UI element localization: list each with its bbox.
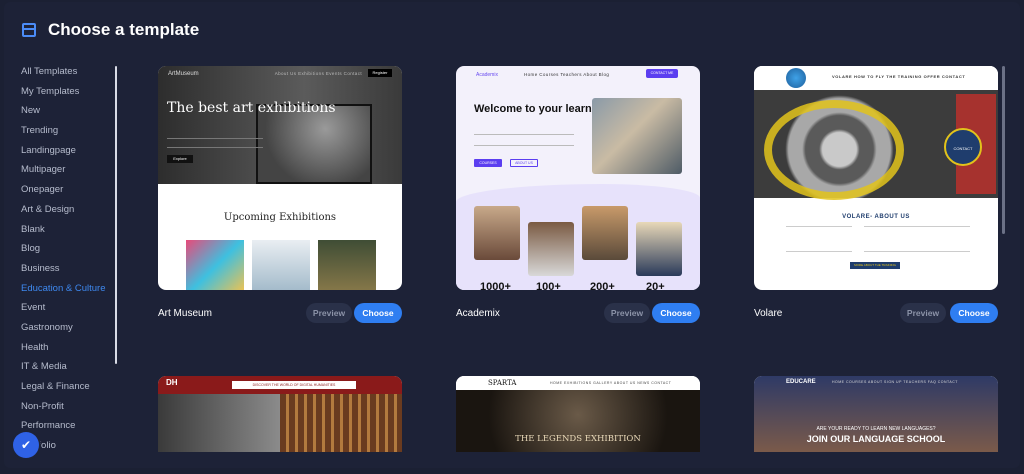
section-title: VOLARE- ABOUT US <box>842 214 910 220</box>
text-column <box>930 226 970 252</box>
site-header: SPARTA HOME EXHIBITIONS GALLERY ABOUT US… <box>456 376 700 390</box>
hero-subtitle: ARE YOUR READY TO LEARN NEW LANGUAGES? <box>816 426 936 432</box>
preview-button[interactable]: Preview <box>306 303 352 323</box>
preview-scrollbar[interactable] <box>1002 66 1005 234</box>
choose-button[interactable]: Choose <box>950 303 998 323</box>
template-thumbnail[interactable]: EDUCARE HOME COURSES ABOUT SIGN UP TEACH… <box>754 376 998 452</box>
preview-button[interactable]: Preview <box>900 303 946 323</box>
site-nav: HOME COURSES ABOUT SIGN UP TEACHERS FAQ … <box>832 380 958 384</box>
template-thumbnail[interactable]: VOLARE HOW TO FLY THE TRAINING OFFER CON… <box>754 66 998 290</box>
site-logo: ArtMuseum <box>168 71 199 77</box>
template-thumbnail[interactable]: ArtMuseum About Us Exhibitions Events Co… <box>158 66 402 290</box>
hero-headline: The best art exhibitions <box>167 100 336 116</box>
about-button: ABOUT US <box>510 159 538 167</box>
stat-value: 1000+ <box>480 281 511 290</box>
shield-check-icon[interactable]: ✔ <box>13 432 39 458</box>
site-logo: DH <box>166 378 178 387</box>
hero-section: ArtMuseum About Us Exhibitions Events Co… <box>158 66 402 184</box>
text-column <box>786 226 852 252</box>
nav-button: Register <box>368 69 392 77</box>
site-header: VOLARE HOW TO FLY THE TRAINING OFFER CON… <box>754 66 998 90</box>
teacher-photo <box>636 222 682 276</box>
exhibition-image <box>318 240 376 290</box>
hero-headline: THE LEGENDS EXHIBITION <box>515 434 641 444</box>
choose-button[interactable]: Choose <box>354 303 402 323</box>
site-logo: Academix <box>476 72 498 78</box>
hero-text <box>474 134 574 146</box>
template-name: Volare <box>754 308 783 319</box>
teacher-photo <box>582 206 628 260</box>
site-nav: Home Courses Teachers About Blog <box>524 72 610 77</box>
exhibition-image <box>186 240 244 290</box>
nav-button: CONTACT ME <box>646 69 678 78</box>
preview-button[interactable]: Preview <box>604 303 650 323</box>
site-logo <box>786 68 806 88</box>
template-thumbnail[interactable]: Academix Home Courses Teachers About Blo… <box>456 66 700 290</box>
portrait-image <box>158 394 280 452</box>
courses-button: COURSES <box>474 159 502 167</box>
site-logo: SPARTA <box>488 379 517 387</box>
hero-headline: JOIN OUR LANGUAGE SCHOOL <box>806 434 946 444</box>
site-nav: About Us Exhibitions Events Contact <box>274 71 362 76</box>
students-photo <box>592 98 682 174</box>
teacher-photo <box>474 206 520 260</box>
exhibition-image <box>252 240 310 290</box>
hero-text <box>167 138 263 148</box>
site-header: DH DISCOVER THE WORLD OF DIGITAL HUMANIT… <box>158 376 402 394</box>
stat-value: 20+ <box>646 281 665 290</box>
stat-value: 100+ <box>536 281 561 290</box>
text-column <box>864 226 930 252</box>
template-thumbnail[interactable]: SPARTA HOME EXHIBITIONS GALLERY ABOUT US… <box>456 376 700 452</box>
template-grid: ArtMuseum About Us Exhibitions Events Co… <box>4 2 1020 468</box>
template-name: Academix <box>456 308 500 319</box>
site-logo: EDUCARE <box>786 379 816 385</box>
choose-button[interactable]: Choose <box>652 303 700 323</box>
training-button: MORE ABOUT THE TRAINING <box>850 262 900 269</box>
teacher-photo <box>528 222 574 276</box>
hero-button: Explore <box>167 155 193 163</box>
template-thumbnail[interactable]: DH DISCOVER THE WORLD OF DIGITAL HUMANIT… <box>158 376 402 452</box>
template-chooser-dialog: Choose a template All Templates My Templa… <box>4 2 1020 468</box>
template-name: Art Museum <box>158 308 212 319</box>
library-image <box>280 394 402 452</box>
contact-circle: CONTACT <box>944 128 982 166</box>
site-nav: VOLARE HOW TO FLY THE TRAINING OFFER CON… <box>832 74 966 79</box>
section-title: Upcoming Exhibitions <box>223 212 337 223</box>
header-banner: DISCOVER THE WORLD OF DIGITAL HUMANITIES <box>232 381 356 389</box>
site-nav: HOME EXHIBITIONS GALLERY ABOUT US NEWS C… <box>550 381 672 385</box>
propeller-ring <box>764 100 904 200</box>
stat-value: 200+ <box>590 281 615 290</box>
